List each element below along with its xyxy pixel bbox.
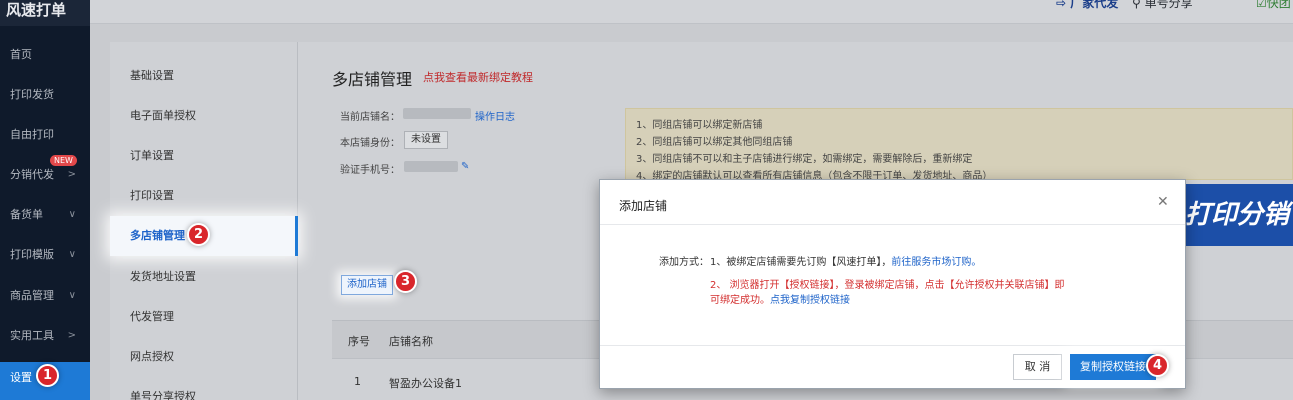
- notice-line: 3、同组店铺不可以和主子店铺进行绑定，如需绑定，需要解除后，重新绑定: [636, 154, 973, 165]
- top-header: ⇨ 厂家代发 ⚲ 单号分享 ☑快团: [90, 0, 1293, 24]
- chevron-right-icon: >: [67, 169, 76, 180]
- step-marker-3: 3: [394, 270, 417, 293]
- sidebar-item-distribution[interactable]: 分销代发 NEW >: [0, 155, 90, 189]
- step-2: 2、 浏览器打开【授权链接】，登录被绑定店铺，点击【允许授权并关联店铺】即: [710, 276, 1065, 291]
- page-title: 多店铺管理: [332, 70, 413, 89]
- tutorial-link[interactable]: 点我查看最新绑定教程: [423, 69, 533, 85]
- step-1: 1、被绑定店铺需要先订购【风速打单】，前往服务市场订购。: [710, 253, 981, 268]
- sidebar-item-free-print[interactable]: 自由打印: [0, 121, 90, 149]
- edit-pencil-icon[interactable]: ✎: [461, 161, 469, 172]
- sidebar-item-print-ship[interactable]: 打印发货: [0, 81, 90, 109]
- check-icon: ☑: [1256, 0, 1267, 10]
- cancel-button[interactable]: 取 消: [1013, 354, 1062, 380]
- add-method-label: 添加方式：: [659, 257, 709, 268]
- step-2-text-end: 可绑定成功。: [710, 295, 770, 306]
- step-marker-2: 2: [187, 223, 210, 246]
- subnav-shipping-address[interactable]: 发货地址设置: [110, 257, 298, 297]
- operation-log-link[interactable]: 操作日志: [475, 108, 515, 123]
- add-store-modal: 添加店铺 ✕ 添加方式： 1、被绑定店铺需要先订购【风速打单】，前往服务市场订购…: [599, 179, 1186, 389]
- redacted-phone: [404, 161, 458, 172]
- quick-group-link[interactable]: ☑快团: [1256, 0, 1291, 11]
- sidebar-item-label: 商品管理: [10, 289, 54, 302]
- divider: [600, 224, 1185, 225]
- sidebar-item-stock-list[interactable]: 备货单 ∨: [0, 201, 90, 229]
- divider: [600, 345, 1185, 346]
- waybill-share-link[interactable]: ⚲ 单号分享: [1132, 0, 1193, 11]
- column-header-store-name: 店铺名称: [389, 335, 433, 348]
- notice-box: 1、同组店铺可以绑定新店铺 2、同组店铺可以绑定其他同组店铺 3、同组店铺不可以…: [625, 108, 1293, 182]
- chevron-down-icon: ∨: [68, 290, 76, 301]
- cell-index: 1: [354, 375, 361, 388]
- step-marker-1: 1: [36, 364, 59, 387]
- current-store-label: 当前店铺名：: [340, 112, 400, 123]
- step-marker-4: 4: [1146, 354, 1169, 377]
- subnav-dropship-mgmt[interactable]: 代发管理: [110, 297, 298, 337]
- store-identity-label: 本店铺身份：: [340, 138, 400, 149]
- sidebar-item-label: 打印模版: [10, 248, 54, 261]
- banner-text: 打印分销: [1185, 200, 1290, 230]
- share-icon: ⚲: [1132, 0, 1145, 10]
- sidebar-item-label: 打印发货: [10, 88, 54, 101]
- step-1-text: 1、被绑定店铺需要先订购【风速打单】，: [710, 257, 892, 268]
- add-store-button[interactable]: 添加店铺: [341, 275, 393, 295]
- chevron-right-icon: >: [67, 330, 76, 341]
- sidebar-item-label: 自由打印: [10, 128, 54, 141]
- store-identity-value: 未设置: [404, 131, 448, 149]
- subnav-order-settings[interactable]: 订单设置: [110, 136, 298, 176]
- truck-icon: ⇨: [1056, 0, 1071, 10]
- chevron-down-icon: ∨: [68, 249, 76, 260]
- sidebar-item-label: 分销代发: [10, 168, 54, 181]
- subnav-outlet-auth[interactable]: 网点授权: [110, 337, 298, 377]
- promo-banner[interactable]: 打印分销: [1185, 184, 1293, 246]
- step-2-text: 2、 浏览器打开【授权链接】，登录被绑定店铺，点击【允许授权并关联店铺】即: [710, 280, 1065, 291]
- subnav-basic-settings[interactable]: 基础设置: [110, 56, 298, 96]
- redacted-store-name: [403, 108, 471, 119]
- chevron-down-icon: ∨: [68, 209, 76, 220]
- notice-line: 2、同组店铺可以绑定其他同组店铺: [636, 137, 793, 148]
- sidebar-item-label: 备货单: [10, 208, 43, 221]
- sidebar-item-label: 实用工具: [10, 329, 54, 342]
- settings-subnav: 基础设置 电子面单授权 订单设置 打印设置 多店铺管理 发货地址设置 代发管理 …: [110, 42, 298, 400]
- sidebar-item-label: 首页: [10, 48, 32, 61]
- subnav-e-waybill-auth[interactable]: 电子面单授权: [110, 96, 298, 136]
- service-market-link[interactable]: 前往服务市场订购。: [891, 257, 981, 268]
- copy-auth-link[interactable]: 点我复制授权链接: [770, 295, 850, 306]
- modal-title: 添加店铺: [619, 199, 668, 213]
- step-2-continued: 可绑定成功。点我复制授权链接: [710, 291, 850, 306]
- sidebar-item-product-mgmt[interactable]: 商品管理 ∨: [0, 282, 90, 310]
- brand-logo: 风速打单: [0, 0, 90, 26]
- subnav-waybill-share-auth[interactable]: 单号分享授权: [110, 377, 298, 400]
- notice-line: 1、同组店铺可以绑定新店铺: [636, 120, 763, 131]
- phone-label: 验证手机号：: [340, 165, 400, 176]
- cell-store-name: 智盈办公设备1: [389, 377, 462, 390]
- column-header-index: 序号: [348, 335, 370, 348]
- sidebar-item-home[interactable]: 首页: [0, 41, 90, 69]
- sidebar: 风速打单 首页 打印发货 自由打印 分销代发 NEW > 备货单 ∨ 打印模版 …: [0, 0, 90, 400]
- factory-dropship-link[interactable]: ⇨ 厂家代发: [1056, 0, 1118, 11]
- copy-auth-link-button[interactable]: 复制授权链接: [1070, 354, 1156, 380]
- subnav-print-settings[interactable]: 打印设置: [110, 176, 298, 216]
- sidebar-item-tools[interactable]: 实用工具 >: [0, 322, 90, 350]
- close-icon[interactable]: ✕: [1157, 194, 1169, 210]
- sidebar-item-label: 设置: [10, 371, 32, 384]
- sidebar-item-print-template[interactable]: 打印模版 ∨: [0, 241, 90, 269]
